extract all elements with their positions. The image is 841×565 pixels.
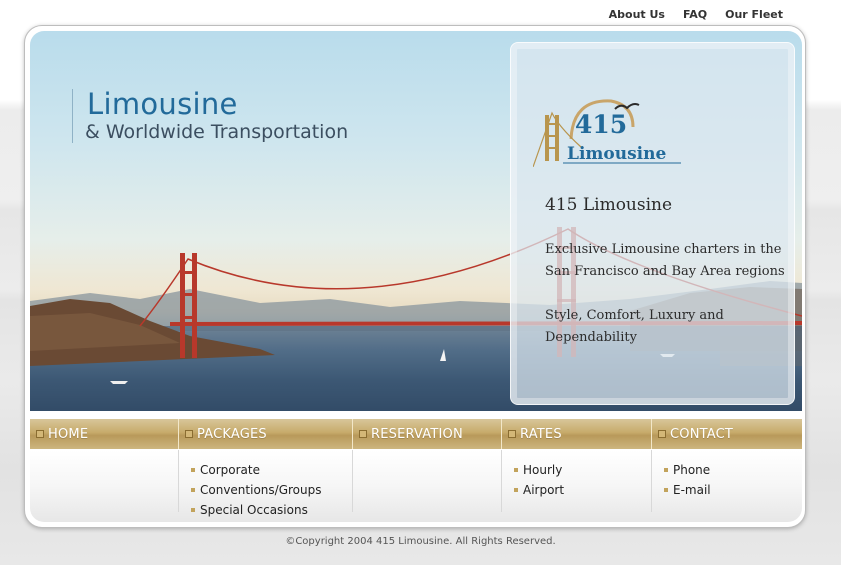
submenu-contact: Phone E-mail [652,450,802,512]
tab-rates-label: RATES [520,426,562,442]
submenu-item-label: Hourly [523,463,563,477]
logo-number: 415 [575,110,627,139]
tab-contact-label: CONTACT [670,426,734,442]
brand-subtitle: & Worldwide Transportation [85,121,349,143]
tab-reservation-label: RESERVATION [371,426,463,442]
main-menu: HOME PACKAGES RESERVATION RATES CONTACT [30,419,802,449]
about-us-link[interactable]: About Us [609,8,665,21]
submenu-rates: Hourly Airport [502,450,652,512]
logo-word: Limousine [567,144,666,164]
tab-packages[interactable]: PACKAGES [179,419,353,449]
bullet-icon [191,508,195,512]
tab-rates[interactable]: RATES [502,419,652,449]
submenu-item-label: Special Occasions [200,503,308,517]
bullet-square-icon [658,430,666,438]
bullet-square-icon [185,430,193,438]
submenu-item[interactable]: Phone [664,460,802,480]
copyright-footer: ©Copyright 2004 415 Limousine. All Right… [285,536,556,547]
submenu-area: Corporate Conventions/Groups Special Occ… [30,450,802,522]
submenu-packages: Corporate Conventions/Groups Special Occ… [179,450,353,517]
our-fleet-link[interactable]: Our Fleet [725,8,783,21]
tab-home[interactable]: HOME [30,419,179,449]
submenu-item[interactable]: Airport [514,480,651,500]
tab-reservation[interactable]: RESERVATION [353,419,502,449]
top-nav: About Us FAQ Our Fleet [609,8,783,21]
bullet-icon [664,488,668,492]
bullet-icon [514,488,518,492]
bullet-square-icon [359,430,367,438]
panel-description: Exclusive Limousine charters in the San … [545,242,785,279]
submenu-item-label: E-mail [673,483,711,497]
faq-link[interactable]: FAQ [683,8,707,21]
tab-contact[interactable]: CONTACT [652,419,802,449]
logo-graphic: 415 Limousine [533,99,681,167]
submenu-item-label: Conventions/Groups [200,483,322,497]
bullet-icon [191,468,195,472]
bullet-icon [191,488,195,492]
brand-block: Limousine & Worldwide Transportation [72,89,348,143]
submenu-item-label: Phone [673,463,711,477]
info-panel: 415 Limousine 415 Limousine Exclusive Li… [510,42,795,405]
main-frame: Limousine & Worldwide Transportation 415… [24,25,806,528]
bullet-icon [664,468,668,472]
tab-packages-label: PACKAGES [197,426,267,442]
submenu-home [30,450,179,512]
bullet-square-icon [36,430,44,438]
submenu-item[interactable]: Special Occasions [191,500,352,520]
submenu-item[interactable]: Conventions/Groups [191,480,352,500]
hero-banner: Limousine & Worldwide Transportation 415… [30,31,802,411]
submenu-item-label: Airport [523,483,565,497]
panel-tagline: Style, Comfort, Luxury and Dependability [545,308,724,345]
tab-home-label: HOME [48,426,89,442]
submenu-item[interactable]: E-mail [664,480,802,500]
submenu-item[interactable]: Corporate [191,460,352,480]
bullet-square-icon [508,430,516,438]
submenu-item[interactable]: Hourly [514,460,651,480]
bullet-icon [514,468,518,472]
panel-heading: 415 Limousine [545,195,673,215]
submenu-item-label: Corporate [200,463,260,477]
brand-title: Limousine [87,87,238,121]
submenu-reservation [353,450,502,512]
company-logo[interactable]: 415 Limousine [533,87,683,167]
